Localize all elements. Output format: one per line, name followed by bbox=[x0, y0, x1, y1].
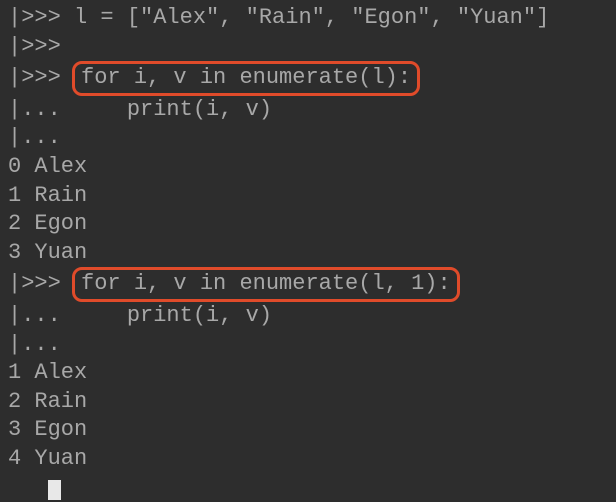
code-text: print(i, v) bbox=[74, 303, 272, 328]
prompt: |>>> bbox=[8, 34, 74, 59]
terminal-line: |... bbox=[8, 124, 608, 153]
output-text: 4 Yuan bbox=[8, 446, 87, 471]
output-text: 0 Alex bbox=[8, 154, 87, 179]
prompt: |>>> bbox=[8, 271, 74, 296]
terminal-line: 0 Alex bbox=[8, 153, 608, 182]
terminal-output: |>>> l = ["Alex", "Rain", "Egon", "Yuan"… bbox=[8, 4, 608, 502]
code-text: l = ["Alex", "Rain", "Egon", "Yuan"] bbox=[74, 5, 549, 30]
prompt: |... bbox=[8, 303, 74, 328]
terminal-line: |... print(i, v) bbox=[8, 302, 608, 331]
output-text: 3 Egon bbox=[8, 417, 87, 442]
terminal-line: 3 Egon bbox=[8, 416, 608, 445]
prompt: |... bbox=[8, 125, 74, 150]
terminal-line: |... bbox=[8, 331, 608, 360]
output-text: 3 Yuan bbox=[8, 240, 87, 265]
prompt: |>>> bbox=[8, 65, 74, 90]
output-text: 1 Rain bbox=[8, 183, 87, 208]
terminal-line: 3 Yuan bbox=[8, 239, 608, 268]
terminal-line bbox=[8, 474, 608, 502]
terminal-line: |>>> bbox=[8, 33, 608, 62]
terminal-line: |>>> for i, v in enumerate(l): bbox=[8, 61, 608, 96]
terminal-line: |>>> l = ["Alex", "Rain", "Egon", "Yuan"… bbox=[8, 4, 608, 33]
terminal-line: 2 Rain bbox=[8, 388, 608, 417]
prompt: |... bbox=[8, 332, 74, 357]
prompt: |>>> bbox=[8, 5, 74, 30]
code-text: print(i, v) bbox=[74, 97, 272, 122]
terminal-line: 4 Yuan bbox=[8, 445, 608, 474]
highlighted-code: for i, v in enumerate(l, 1): bbox=[72, 267, 460, 302]
terminal-line: |>>> for i, v in enumerate(l, 1): bbox=[8, 267, 608, 302]
output-text: 2 Rain bbox=[8, 389, 87, 414]
cursor bbox=[48, 480, 61, 500]
terminal-line: 2 Egon bbox=[8, 210, 608, 239]
highlighted-code: for i, v in enumerate(l): bbox=[72, 61, 420, 96]
output-text: 1 Alex bbox=[8, 360, 87, 385]
prompt: |... bbox=[8, 97, 74, 122]
output-text: 2 Egon bbox=[8, 211, 87, 236]
terminal-line: 1 Alex bbox=[8, 359, 608, 388]
terminal-line: 1 Rain bbox=[8, 182, 608, 211]
terminal-line: |... print(i, v) bbox=[8, 96, 608, 125]
